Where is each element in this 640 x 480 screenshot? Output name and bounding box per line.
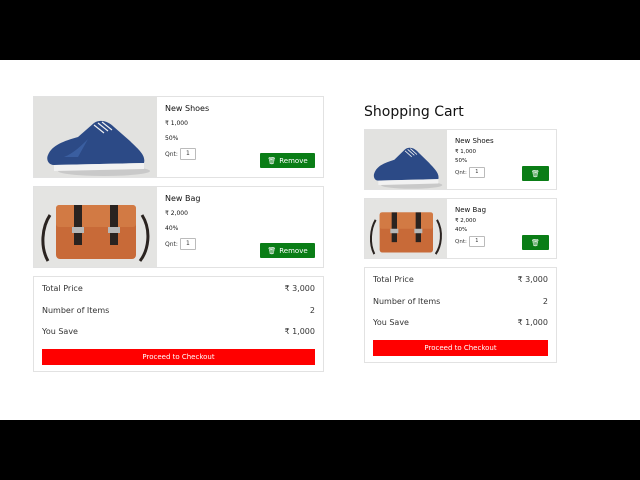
- qty-input[interactable]: 1: [468, 167, 485, 178]
- item-price: ₹ 1,000: [455, 149, 476, 155]
- item-discount: 40%: [165, 225, 179, 232]
- item-discount: 50%: [455, 158, 468, 164]
- trash-icon: 🗑: [267, 246, 277, 255]
- item-count-label: Number of Items: [42, 306, 110, 315]
- item-price: ₹ 2,000: [165, 210, 188, 217]
- total-price-value: ₹ 3,000: [284, 284, 315, 293]
- you-save-value: ₹ 1,000: [284, 327, 315, 336]
- qty-input[interactable]: 1: [179, 148, 196, 160]
- you-save-label: You Save: [373, 318, 409, 327]
- you-save-value: ₹ 1,000: [517, 318, 548, 327]
- item-name: New Shoes: [165, 104, 210, 113]
- remove-button[interactable]: 🗑: [522, 166, 549, 181]
- you-save-label: You Save: [42, 327, 78, 336]
- product-image-bag: [34, 187, 157, 267]
- item-discount: 40%: [455, 227, 468, 233]
- order-summary: Total Price ₹ 3,000 Number of Items 2 Yo…: [33, 276, 324, 372]
- product-image-bag: [365, 199, 447, 258]
- product-image-shoes: [365, 130, 447, 189]
- cart-item-bag: New Bag ₹ 2,000 40% Qnt: 1 🗑: [364, 198, 557, 259]
- item-count-value: 2: [309, 306, 315, 315]
- order-summary: Total Price ₹ 3,000 Number of Items 2 Yo…: [364, 267, 557, 363]
- page: New Shoes ₹ 1,000 50% Qnt: 1 🗑 Remove Ne…: [0, 60, 640, 420]
- item-count-label: Number of Items: [373, 297, 441, 306]
- checkout-button[interactable]: Proceed to Checkout: [373, 340, 548, 356]
- checkout-button[interactable]: Proceed to Checkout: [42, 349, 315, 365]
- cart-item-shoes: New Shoes ₹ 1,000 50% Qnt: 1 🗑: [364, 129, 557, 190]
- item-name: New Shoes: [455, 137, 494, 145]
- item-name: New Bag: [165, 194, 201, 203]
- trash-icon: 🗑: [531, 169, 540, 178]
- item-count-value: 2: [542, 297, 548, 306]
- remove-button[interactable]: 🗑 Remove: [260, 243, 315, 258]
- item-price: ₹ 2,000: [455, 218, 476, 224]
- qty-label: Qnt:: [165, 150, 178, 158]
- remove-button[interactable]: 🗑 Remove: [260, 153, 315, 168]
- total-price-label: Total Price: [373, 275, 414, 284]
- total-price-value: ₹ 3,000: [517, 275, 548, 284]
- remove-button[interactable]: 🗑: [522, 235, 549, 250]
- total-price-label: Total Price: [42, 284, 83, 293]
- item-name: New Bag: [455, 206, 487, 214]
- item-price: ₹ 1,000: [165, 120, 188, 127]
- qty-label: Qnt:: [165, 240, 178, 248]
- qty-input[interactable]: 1: [179, 238, 196, 250]
- qty-label: Qnt:: [455, 169, 467, 176]
- trash-icon: 🗑: [267, 156, 277, 165]
- trash-icon: 🗑: [531, 238, 540, 247]
- remove-label: Remove: [279, 246, 308, 255]
- page-title: Shopping Cart: [364, 104, 464, 120]
- qty-label: Qnt:: [455, 238, 467, 245]
- item-discount: 50%: [165, 135, 179, 142]
- qty-input[interactable]: 1: [468, 236, 485, 247]
- cart-item-shoes: New Shoes ₹ 1,000 50% Qnt: 1 🗑 Remove: [33, 96, 324, 178]
- remove-label: Remove: [279, 156, 308, 165]
- product-image-shoes: [34, 97, 157, 177]
- cart-item-bag: New Bag ₹ 2,000 40% Qnt: 1 🗑 Remove: [33, 186, 324, 268]
